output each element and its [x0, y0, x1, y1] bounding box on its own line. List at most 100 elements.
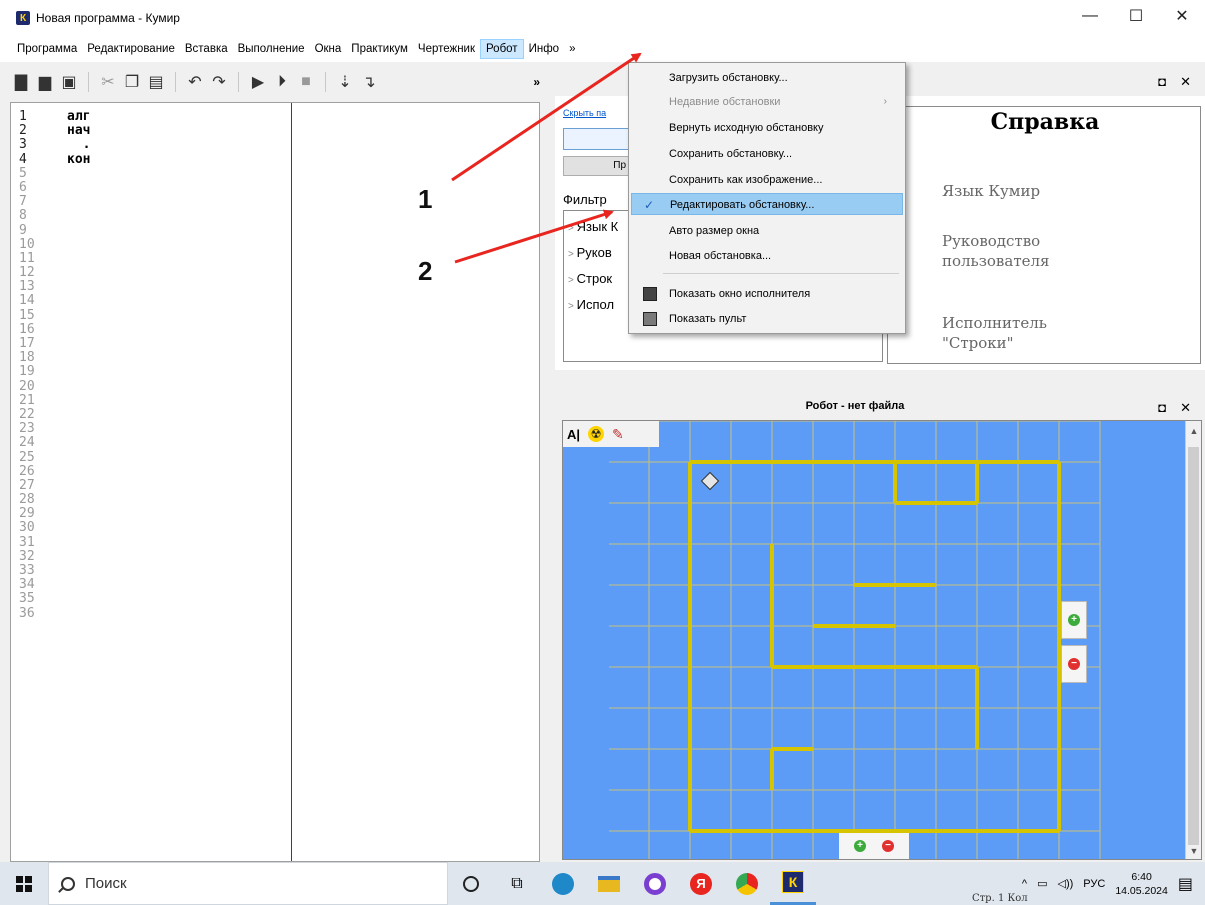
toolbar-more[interactable]: »	[533, 75, 540, 89]
edge-icon[interactable]	[540, 862, 586, 905]
file-explorer-icon[interactable]	[586, 862, 632, 905]
maximize-button[interactable]: ☐	[1113, 0, 1159, 32]
text-tool-icon[interactable]: А|	[567, 427, 580, 442]
menu-drawer[interactable]: Чертежник	[413, 40, 480, 58]
menu-more[interactable]: »	[564, 40, 580, 58]
network-icon[interactable]: ▭	[1037, 877, 1047, 890]
line-number: 28	[19, 492, 35, 508]
undo-icon[interactable]: ↶	[184, 71, 206, 93]
search-placeholder: Поиск	[85, 875, 127, 892]
line-number: 26	[19, 463, 35, 479]
new-file-icon[interactable]: ▇	[10, 71, 32, 93]
checkmark-icon: ✓	[644, 198, 655, 212]
close-button[interactable]: ✕	[1159, 0, 1205, 32]
help-link-language[interactable]: Язык Кумир	[942, 181, 1040, 201]
close-panel-icon[interactable]: ✕	[1180, 74, 1191, 90]
zoom-out-button[interactable]: −	[1061, 645, 1087, 683]
menu-insert[interactable]: Вставка	[180, 40, 233, 58]
menu-item-save-env[interactable]: Сохранить обстановку...	[631, 143, 903, 165]
menu-edit[interactable]: Редактирование	[82, 40, 180, 58]
scroll-up-icon[interactable]: ▲	[1186, 423, 1201, 439]
minimize-button[interactable]: —	[1067, 0, 1113, 32]
line-number: 20	[19, 378, 35, 394]
cut-icon[interactable]: ✂	[97, 71, 119, 93]
code-area[interactable]: алг нач . кон	[67, 103, 293, 861]
help-search-button[interactable]: Пр	[563, 156, 631, 176]
brush-icon[interactable]: ✎	[612, 426, 624, 443]
close-panel-icon[interactable]: ✕	[1180, 400, 1191, 416]
step-into-icon[interactable]: ↴	[358, 71, 380, 93]
menu-windows[interactable]: Окна	[310, 40, 347, 58]
help-link-strings[interactable]: Исполнитель "Строки"	[942, 313, 1092, 353]
search-icon	[61, 876, 75, 891]
toolbar-separator	[175, 72, 176, 92]
menu-item-restore-env[interactable]: Вернуть исходную обстановку	[631, 117, 903, 139]
paste-icon[interactable]: ▤	[145, 71, 167, 93]
taskbar-search-box[interactable]: Поиск	[48, 862, 448, 905]
menu-item-edit-env[interactable]: ✓ Редактировать обстановку...	[631, 193, 903, 215]
yandex-icon[interactable]: Я	[678, 862, 724, 905]
stop-icon[interactable]: ■	[295, 71, 317, 93]
save-icon[interactable]: ▣	[58, 71, 80, 93]
chrome-icon[interactable]	[724, 862, 770, 905]
robot-toolbar: А| ☢ ✎	[563, 421, 659, 447]
undock-icon[interactable]: ◘	[1158, 74, 1166, 90]
menu-robot[interactable]: Робот	[480, 39, 524, 59]
radiation-icon[interactable]: ☢	[588, 426, 605, 442]
scroll-thumb[interactable]	[1188, 447, 1199, 845]
code-line: .	[67, 137, 91, 153]
open-folder-icon[interactable]: ▆	[34, 71, 56, 93]
redo-icon[interactable]: ↷	[208, 71, 230, 93]
language-indicator[interactable]: РУС	[1083, 878, 1105, 890]
kumir-app-icon: К	[16, 11, 30, 25]
robot-vertical-scrollbar[interactable]: ▲ ▼	[1185, 421, 1201, 859]
yandex-browser-icon[interactable]	[632, 862, 678, 905]
line-number: 22	[19, 406, 35, 422]
minus-icon: −	[1068, 658, 1080, 670]
clock[interactable]: 6:40 14.05.2024	[1115, 870, 1168, 898]
title-bar: К Новая программа - Кумир — ☐ ✕	[0, 0, 1205, 36]
line-number: 30	[19, 520, 35, 536]
hide-panel-link[interactable]: Скрыть па	[563, 108, 606, 118]
run-icon[interactable]: ▶	[247, 71, 269, 93]
kumir-taskbar-icon[interactable]: К	[770, 862, 816, 905]
menu-item-load-env[interactable]: Загрузить обстановку...	[631, 67, 903, 89]
remote-icon	[643, 312, 657, 326]
robot-menu-dropdown: Загрузить обстановку... Недавние обстано…	[628, 62, 906, 334]
zoom-in-button[interactable]: +	[1061, 601, 1087, 639]
robot-field[interactable]: А| ☢ ✎ + − + − ▲ ▼	[562, 420, 1202, 860]
task-view-icon[interactable]: ⧉	[494, 862, 540, 905]
menu-practicum[interactable]: Практикум	[346, 40, 413, 58]
copy-icon[interactable]: ❐	[121, 71, 143, 93]
add-row-icon[interactable]: +	[854, 840, 866, 852]
menu-item-show-remote[interactable]: Показать пульт	[631, 308, 903, 330]
undock-icon[interactable]: ◘	[1158, 400, 1166, 416]
menu-info[interactable]: Инфо	[524, 40, 564, 58]
run-fast-icon[interactable]: ⏵	[271, 71, 293, 93]
scroll-down-icon[interactable]: ▼	[1186, 843, 1201, 859]
cortana-icon[interactable]	[448, 862, 494, 905]
menu-item-save-image[interactable]: Сохранить как изображение...	[631, 169, 903, 191]
notifications-icon[interactable]: ▤	[1178, 874, 1193, 894]
tray-chevron-icon[interactable]: ^	[1022, 878, 1027, 890]
line-number: 7	[19, 194, 27, 210]
line-number-gutter: 1 2 3 4 5 6 7 8 9 10 11 12 13 14 15 16 17 18 19 20 21 22 23 24 2…	[11, 103, 63, 861]
code-line: алг	[67, 109, 91, 124]
menu-item-auto-size[interactable]: Авто размер окна	[631, 220, 903, 242]
menu-item-new-env[interactable]: Новая обстановка...	[631, 245, 903, 267]
menu-program[interactable]: Программа	[12, 40, 82, 58]
code-editor[interactable]: 1 2 3 4 5 6 7 8 9 10 11 12 13 14 15 16 17 18 19 20 21 22 23 24 2…	[10, 102, 540, 862]
menu-separator	[663, 273, 899, 274]
line-number: 25	[19, 449, 35, 465]
line-number: 3	[19, 137, 27, 153]
menu-run[interactable]: Выполнение	[233, 40, 310, 58]
remove-row-icon[interactable]: −	[882, 840, 894, 852]
menu-item-show-executor-window[interactable]: Показать окно исполнителя	[631, 283, 903, 305]
step-over-icon[interactable]: ⇣	[334, 71, 356, 93]
help-link-guide[interactable]: Руководство пользователя	[942, 231, 1132, 271]
menu-item-recent-envs[interactable]: Недавние обстановки ›	[631, 91, 903, 113]
start-button[interactable]	[0, 862, 48, 905]
volume-icon[interactable]: ◁))	[1057, 877, 1073, 890]
help-search-input[interactable]	[563, 128, 631, 150]
plus-icon: +	[1068, 614, 1080, 626]
